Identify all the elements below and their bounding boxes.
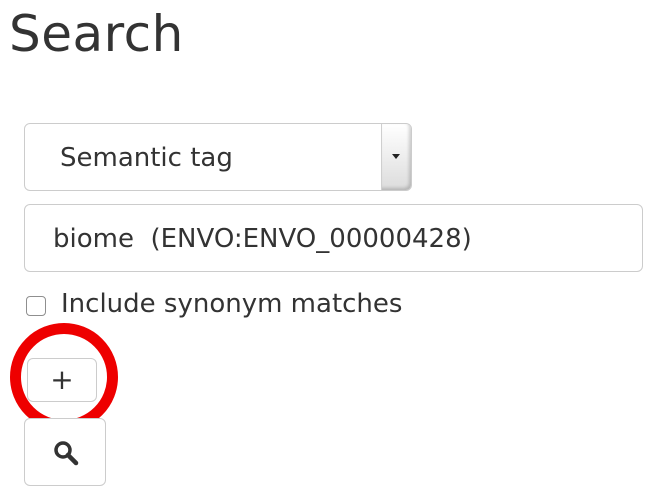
search-button[interactable] [24, 418, 106, 486]
search-icon [54, 441, 79, 466]
search-panel: Search Semantic tag biome (ENVO:ENVO_000… [0, 0, 656, 501]
add-criterion-button[interactable]: + [27, 358, 97, 402]
semantic-tag-input[interactable]: biome (ENVO:ENVO_00000428) [24, 204, 643, 272]
field-type-selected-value: Semantic tag [60, 143, 233, 173]
dropdown-arrow-button[interactable] [381, 124, 411, 190]
chevron-down-icon [392, 154, 400, 159]
semantic-tag-value: biome (ENVO:ENVO_00000428) [53, 224, 472, 254]
include-synonyms-checkbox[interactable] [26, 296, 46, 316]
page-title: Search [9, 5, 184, 63]
include-synonyms-label[interactable]: Include synonym matches [61, 284, 402, 324]
field-type-select[interactable]: Semantic tag [24, 123, 412, 191]
